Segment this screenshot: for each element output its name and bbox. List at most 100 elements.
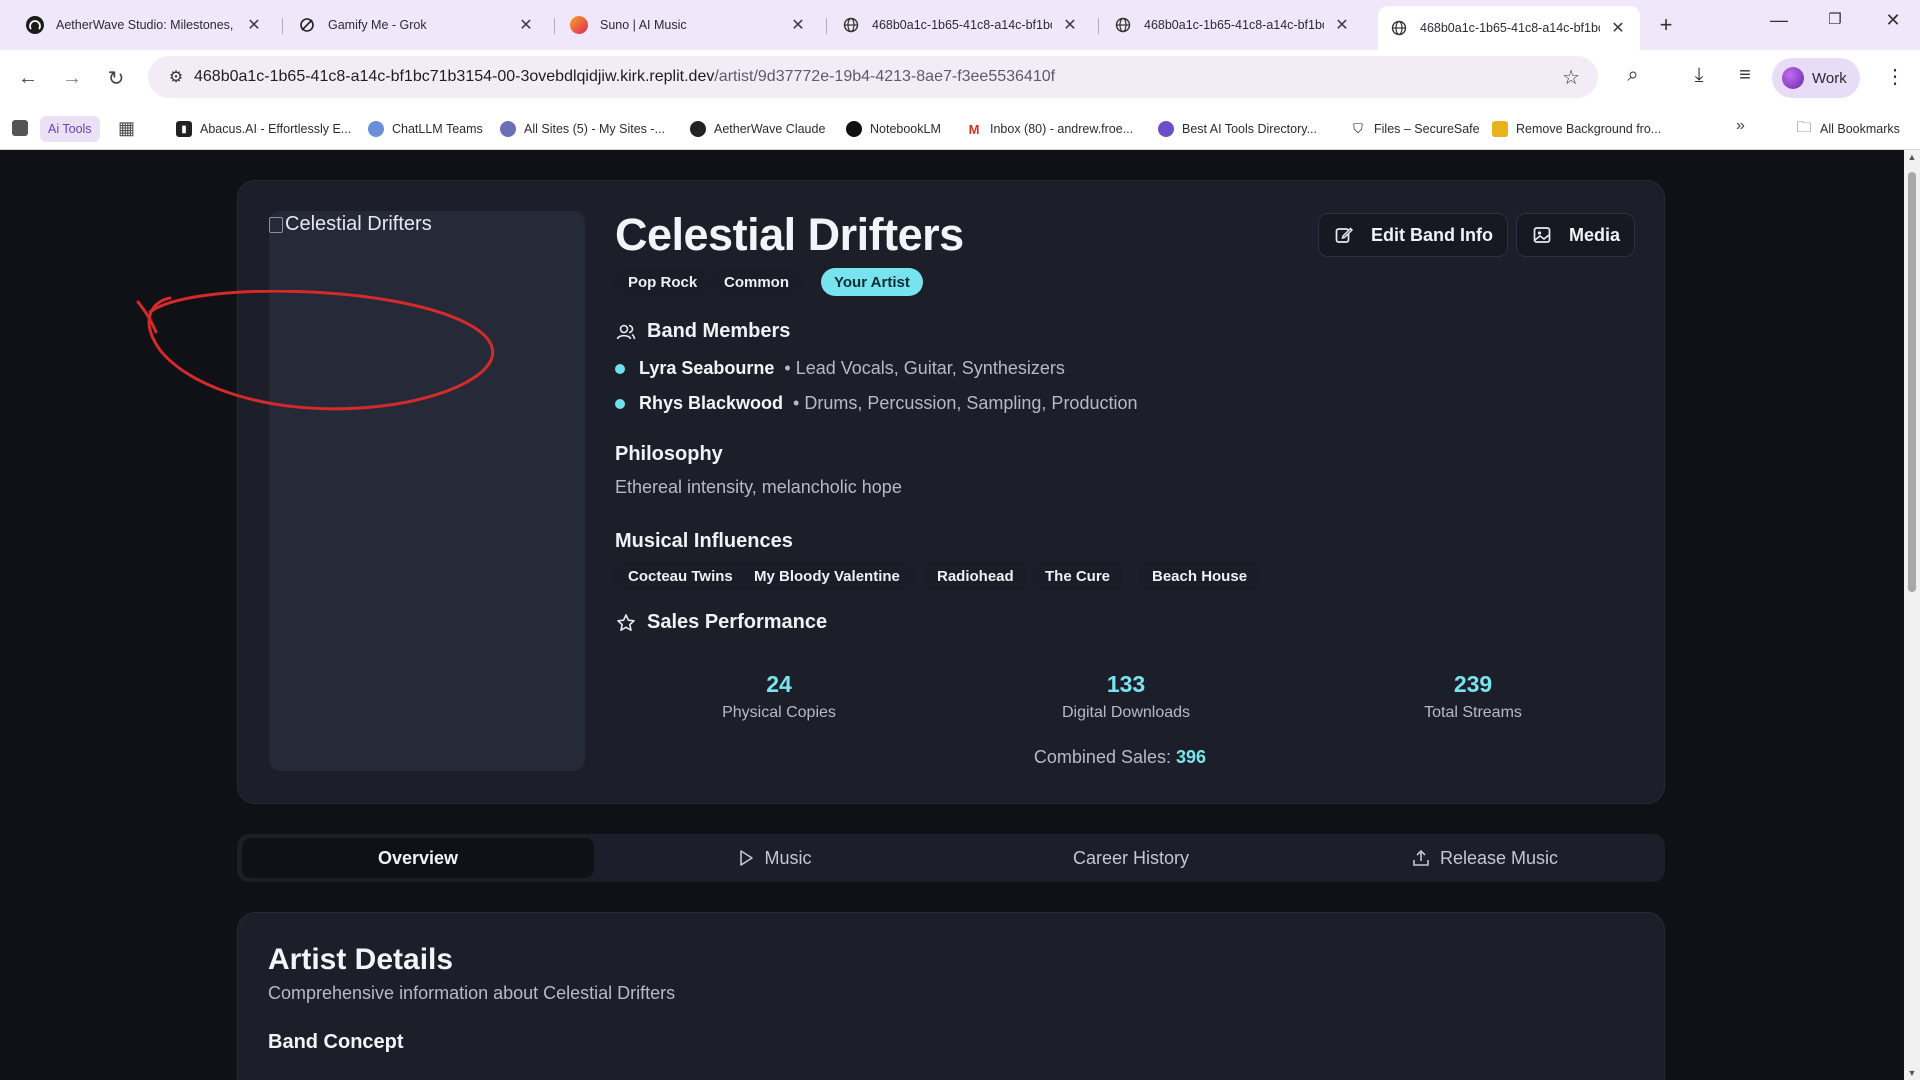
influence-tag: The Cure xyxy=(1032,561,1124,591)
close-icon[interactable]: ✕ xyxy=(244,15,264,35)
influences-heading: Musical Influences xyxy=(615,530,793,552)
tab-title: 468b0a1c-1b65-41c8-a14c-bf1bc xyxy=(1144,18,1324,32)
influence-tag: My Bloody Valentine xyxy=(741,561,913,591)
aetherwave-favicon-icon xyxy=(26,16,44,34)
artist-cover-image: Celestial Drifters xyxy=(269,211,585,771)
artist-header-card: Celestial Drifters Celestial Drifters Ed… xyxy=(237,180,1665,804)
close-icon[interactable]: ✕ xyxy=(516,15,536,35)
browser-tab[interactable]: Suno | AI Music ✕ xyxy=(558,8,820,42)
browser-tab-active[interactable]: 468b0a1c-1b65-41c8-a14c-bf1bc ✕ xyxy=(1378,6,1640,50)
bookmark-folder-ai-tools[interactable]: Ai Tools xyxy=(40,116,100,142)
bookmark-star-icon[interactable]: ☆ xyxy=(1562,65,1580,90)
rarity-tag: Common xyxy=(711,268,802,296)
globe-icon xyxy=(842,16,860,34)
influence-tag: Cocteau Twins xyxy=(615,561,746,591)
close-icon[interactable]: ✕ xyxy=(1608,18,1628,38)
address-bar[interactable]: ⚙ 468b0a1c-1b65-41c8-a14c-bf1bc71b3154-0… xyxy=(148,56,1598,98)
bullet-dot xyxy=(615,398,625,409)
artist-details-card: Artist Details Comprehensive information… xyxy=(237,912,1665,1080)
bookmark-item[interactable]: ChatLLM Teams xyxy=(368,118,483,140)
bookmark-item[interactable]: M Inbox (80) - andrew.froe... xyxy=(966,118,1133,140)
media-control-icon[interactable]: ≡ xyxy=(1730,64,1760,87)
download-icon[interactable]: ⤓ xyxy=(1684,64,1714,87)
edit-icon xyxy=(1333,224,1355,246)
tab-career-history[interactable]: Career History xyxy=(955,838,1307,878)
securesafe-icon: ⛉ xyxy=(1350,121,1366,137)
forward-arrow-icon[interactable]: → xyxy=(58,64,86,92)
tab-title: 468b0a1c-1b65-41c8-a14c-bf1bc xyxy=(1420,21,1600,35)
notebooklm-icon xyxy=(846,121,862,137)
browser-tab-bar: AetherWave Studio: Milestones, M ✕ Gamif… xyxy=(0,0,1920,50)
bookmark-item[interactable]: Remove Background fro... xyxy=(1492,118,1661,140)
edit-band-info-button[interactable]: Edit Band Info xyxy=(1318,213,1508,257)
sales-heading: Sales Performance xyxy=(615,611,827,634)
tab-title: Gamify Me - Grok xyxy=(328,18,427,32)
tab-overview[interactable]: Overview xyxy=(242,838,594,878)
bookmark-item[interactable]: ⛉ Files – SecureSafe xyxy=(1350,118,1480,140)
image-icon xyxy=(1531,224,1553,246)
bookmark-item[interactable]: NotebookLM xyxy=(846,118,941,140)
site-info-icon[interactable]: ⚙ xyxy=(158,67,194,87)
details-subtitle: Comprehensive information about Celestia… xyxy=(268,983,676,1003)
details-heading: Artist Details xyxy=(268,943,454,976)
scroll-down-icon[interactable]: ▼ xyxy=(1904,1068,1920,1078)
browser-tab[interactable]: 468b0a1c-1b65-41c8-a14c-bf1bc ✕ xyxy=(830,8,1092,42)
globe-icon xyxy=(1390,19,1408,37)
browser-tab[interactable]: 468b0a1c-1b65-41c8-a14c-bf1bc ✕ xyxy=(1102,8,1364,42)
scrollbar-thumb[interactable] xyxy=(1908,172,1916,592)
tab-title: AetherWave Studio: Milestones, M xyxy=(56,18,236,32)
close-icon[interactable]: ✕ xyxy=(1332,15,1352,35)
bookmarks-bar: Ai Tools ▦ ▮ Abacus.AI - Effortlessly E..… xyxy=(0,106,1920,150)
stat-physical-copies: 24 Physical Copies xyxy=(722,671,836,721)
all-bookmarks-button[interactable]: 🗀 All Bookmarks xyxy=(1796,118,1899,140)
media-button[interactable]: Media xyxy=(1516,213,1636,257)
chatllm-icon xyxy=(368,121,384,137)
avatar xyxy=(1782,67,1804,89)
bookmark-item[interactable]: Best AI Tools Directory... xyxy=(1158,118,1317,140)
list-item: Lyra Seabourne • Lead Vocals, Guitar, Sy… xyxy=(615,358,1065,379)
close-icon[interactable]: ✕ xyxy=(1060,15,1080,35)
close-icon[interactable]: ✕ xyxy=(788,15,808,35)
window-close-icon[interactable]: ✕ xyxy=(1878,10,1908,31)
broken-image-icon xyxy=(269,216,283,233)
scroll-up-icon[interactable]: ▲ xyxy=(1904,152,1920,162)
apps-icon[interactable] xyxy=(12,120,28,136)
grok-favicon-icon xyxy=(298,16,316,34)
philosophy-text: Ethereal intensity, melancholic hope xyxy=(615,477,902,497)
sites-icon xyxy=(500,121,516,137)
influence-tag: Beach House xyxy=(1139,561,1261,591)
url-text: 468b0a1c-1b65-41c8-a14c-bf1bc71b3154-00-… xyxy=(194,68,1056,85)
ai-directory-icon xyxy=(1158,121,1174,137)
minimize-icon[interactable]: — xyxy=(1764,10,1794,31)
reload-icon[interactable]: ↻ xyxy=(102,64,130,92)
more-bookmarks-icon[interactable]: » xyxy=(1736,117,1745,135)
aetherwave-icon xyxy=(690,121,706,137)
bookmark-item[interactable]: AetherWave Claude xyxy=(690,118,825,140)
band-concept-heading: Band Concept xyxy=(268,1031,404,1053)
page-viewport: Celestial Drifters Celestial Drifters Ed… xyxy=(0,150,1904,1080)
broken-image: Celestial Drifters xyxy=(269,213,432,236)
page-scrollbar[interactable]: ▲ ▼ xyxy=(1904,150,1920,1080)
profile-button[interactable]: Work xyxy=(1772,58,1860,98)
philosophy-heading: Philosophy xyxy=(615,443,723,465)
tab-release-music[interactable]: Release Music xyxy=(1309,838,1661,878)
star-icon xyxy=(615,612,637,634)
browser-tab[interactable]: Gamify Me - Grok ✕ xyxy=(286,8,548,42)
back-arrow-icon[interactable]: ← xyxy=(14,64,42,92)
tab-music[interactable]: Music xyxy=(599,838,951,878)
combined-sales: Combined Sales: 396 xyxy=(1033,747,1207,767)
suno-favicon-icon xyxy=(570,16,588,34)
stat-total-streams: 239 Total Streams xyxy=(1424,671,1522,721)
bookmark-item[interactable]: ▮ Abacus.AI - Effortlessly E... xyxy=(176,118,351,140)
gmail-icon: M xyxy=(966,121,982,137)
list-item: Rhys Blackwood • Drums, Percussion, Samp… xyxy=(615,393,1138,414)
more-menu-icon[interactable]: ⋮ xyxy=(1880,64,1910,89)
restore-icon[interactable]: ❐ xyxy=(1820,10,1850,28)
bookmark-item[interactable]: All Sites (5) - My Sites -... xyxy=(500,118,665,140)
browser-tab[interactable]: AetherWave Studio: Milestones, M ✕ xyxy=(14,8,276,42)
grid-icon[interactable]: ▦ xyxy=(118,118,135,139)
new-tab-button[interactable]: + xyxy=(1652,12,1680,38)
lens-search-icon[interactable]: ⌕ xyxy=(1618,64,1648,87)
genre-tag: Pop Rock xyxy=(615,268,711,296)
play-icon xyxy=(738,849,754,867)
